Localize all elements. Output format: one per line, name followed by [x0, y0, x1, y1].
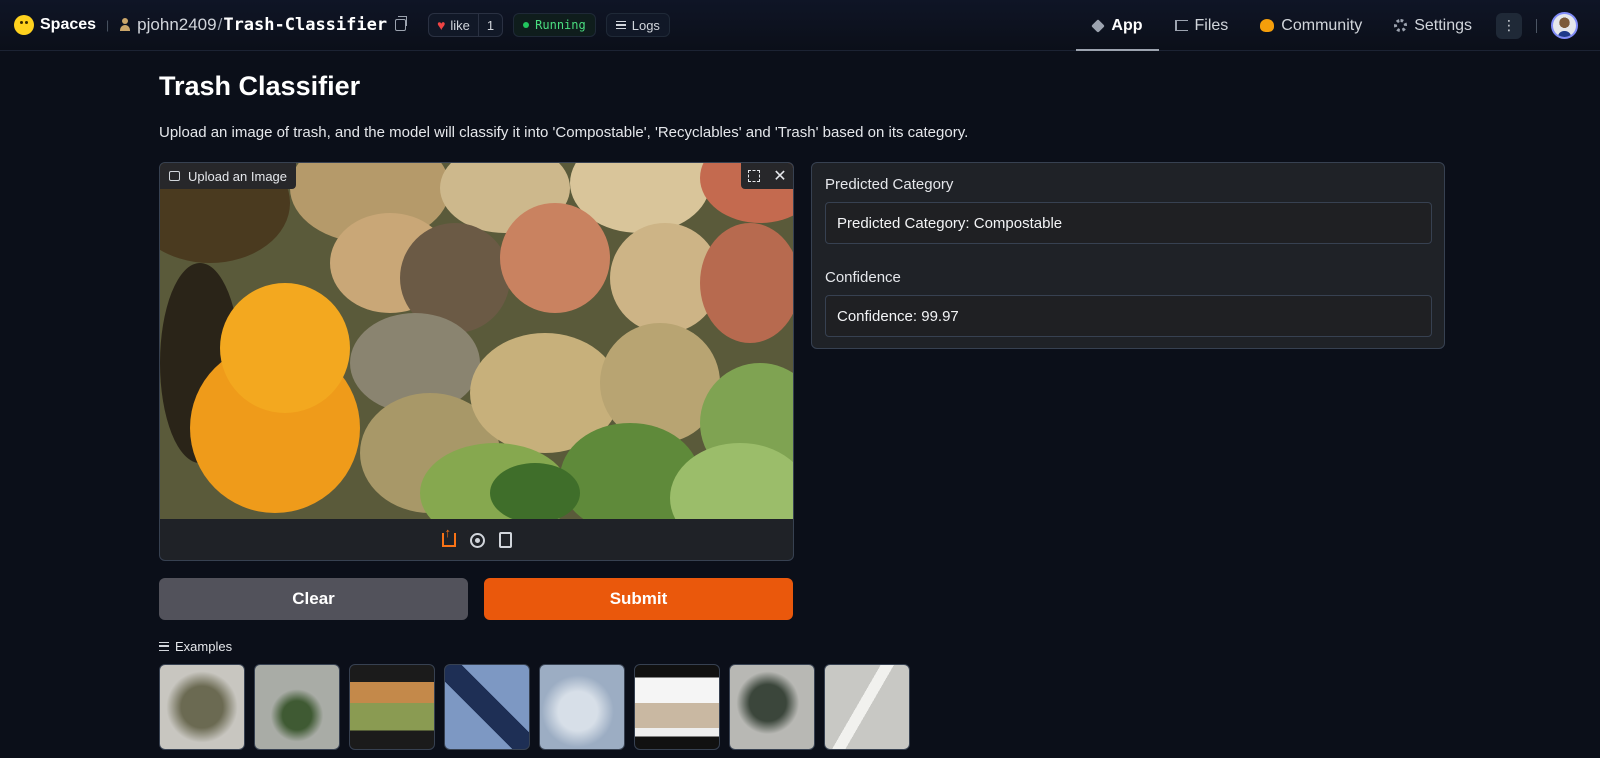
logs-icon: [615, 21, 626, 29]
more-options-button[interactable]: ⋮: [1496, 12, 1522, 39]
close-icon: ✕: [773, 168, 787, 185]
tab-app[interactable]: App: [1076, 0, 1159, 51]
brand-label: Spaces: [40, 16, 97, 33]
status-badge[interactable]: Running: [513, 13, 596, 37]
example-thumbnail[interactable]: [634, 664, 720, 750]
divider: |: [106, 18, 110, 32]
image-upload-panel: Upload an Image ✕: [159, 162, 794, 561]
predicted-category-field[interactable]: Predicted Category: Compostable: [825, 202, 1432, 244]
examples-heading: Examples: [159, 639, 232, 654]
example-thumbnail[interactable]: [349, 664, 435, 750]
repo-breadcrumb: pjohn2409 / Trash-Classifier: [119, 15, 408, 35]
upload-source-toolbar: [160, 519, 793, 560]
copy-icon[interactable]: [395, 16, 408, 31]
image-controls: ✕: [741, 163, 793, 189]
tab-community-label: Community: [1281, 16, 1363, 34]
clear-button[interactable]: Clear: [159, 578, 468, 620]
example-thumbnail[interactable]: [539, 664, 625, 750]
predicted-category-label: Predicted Category: [825, 176, 954, 193]
confidence-field[interactable]: Confidence: 99.97: [825, 295, 1432, 337]
divider: [1536, 18, 1537, 33]
confidence-label: Confidence: [825, 269, 901, 286]
examples-label: Examples: [175, 639, 233, 654]
tab-settings-label: Settings: [1414, 16, 1472, 34]
tab-app-label: App: [1111, 16, 1143, 34]
page-description: Upload an image of trash, and the model …: [159, 124, 969, 141]
submit-button[interactable]: Submit: [484, 578, 793, 620]
example-thumbnail[interactable]: [444, 664, 530, 750]
logs-label: Logs: [631, 17, 660, 33]
tab-files-label: Files: [1194, 16, 1229, 34]
fullscreen-button[interactable]: [741, 163, 767, 189]
hugging-face-icon: [14, 15, 34, 35]
status-dot-icon: [523, 22, 530, 28]
tab-settings[interactable]: Settings: [1378, 0, 1488, 51]
example-thumbnail[interactable]: [729, 664, 815, 750]
example-thumbnail[interactable]: [824, 664, 910, 750]
breadcrumb-separator: /: [217, 15, 223, 34]
like-count[interactable]: 1: [479, 18, 502, 33]
clipboard-icon[interactable]: [498, 532, 512, 548]
repo-name-link[interactable]: Trash-Classifier: [223, 15, 387, 35]
upload-icon[interactable]: [441, 525, 456, 547]
remove-image-button[interactable]: ✕: [767, 163, 793, 189]
status-label: Running: [535, 18, 586, 32]
image-icon: [169, 171, 180, 181]
files-icon: [1174, 20, 1188, 31]
example-thumbnail[interactable]: [159, 664, 245, 750]
like-button[interactable]: ♥ like 1: [428, 13, 504, 37]
webcam-icon[interactable]: [469, 532, 485, 548]
output-panel: Predicted Category Predicted Category: C…: [811, 162, 1445, 349]
example-thumbnail[interactable]: [254, 664, 340, 750]
heart-icon: ♥: [437, 17, 446, 33]
avatar[interactable]: [1551, 12, 1578, 39]
logs-button[interactable]: Logs: [605, 13, 670, 37]
user-icon: [119, 18, 131, 32]
gear-icon: [1394, 19, 1408, 32]
examples-gallery: [159, 664, 910, 750]
repo-owner-link[interactable]: pjohn2409: [137, 15, 216, 35]
list-icon: [159, 642, 169, 651]
upload-label-text: Upload an Image: [188, 168, 288, 184]
tab-files[interactable]: Files: [1159, 0, 1245, 51]
cube-icon: [1091, 18, 1106, 33]
fullscreen-icon: [748, 170, 760, 182]
community-icon: [1260, 19, 1275, 32]
upload-image-label: Upload an Image: [160, 163, 297, 189]
page-title: Trash Classifier: [159, 71, 361, 101]
spaces-logo[interactable]: Spaces: [14, 15, 96, 35]
top-navbar: Spaces | pjohn2409 / Trash-Classifier ♥ l…: [0, 0, 1600, 51]
uploaded-image[interactable]: [160, 163, 793, 519]
like-label: like: [450, 17, 470, 33]
tab-community[interactable]: Community: [1244, 0, 1378, 51]
